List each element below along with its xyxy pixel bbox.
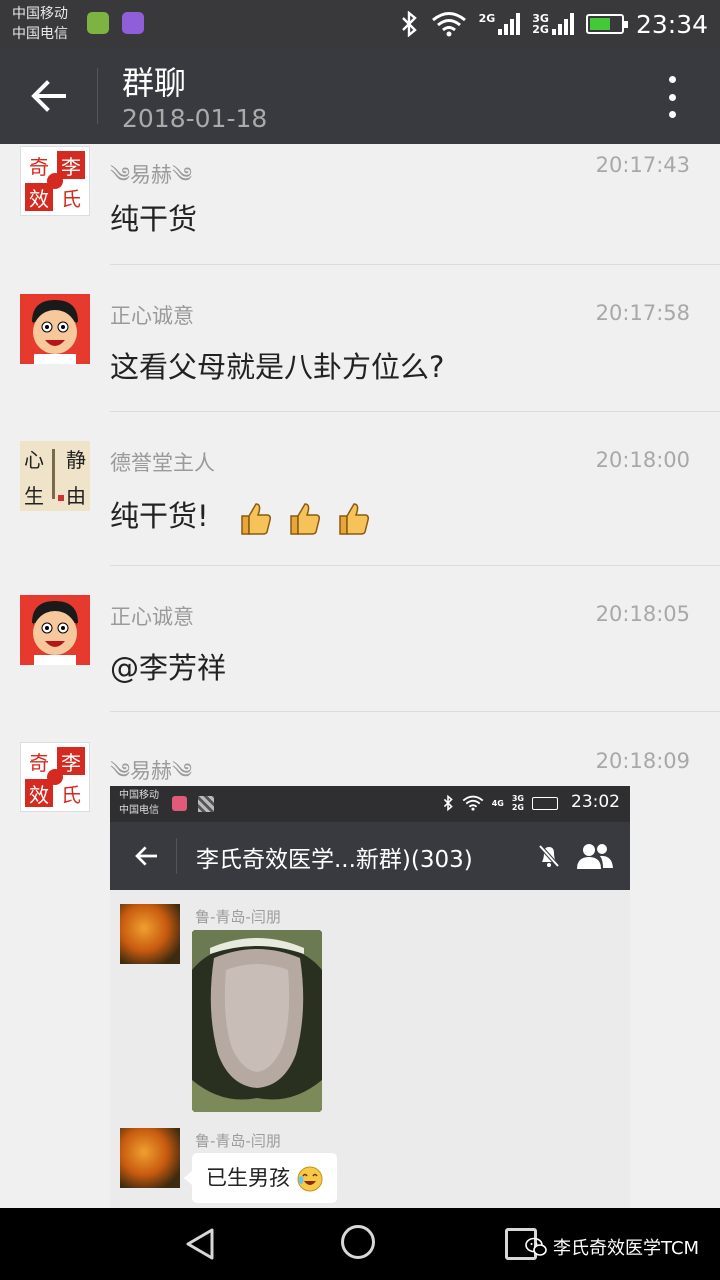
system-nav-bar: 李氏奇效医学TCM xyxy=(0,1208,720,1280)
sender-name: 正心诚意 xyxy=(110,605,194,629)
message-text: @李芳祥 xyxy=(110,651,227,685)
network-2b-label: 2G xyxy=(532,23,549,36)
watermark-text: 李氏奇效医学TCM xyxy=(553,1238,700,1259)
status-time: 23:34 xyxy=(635,9,708,39)
screenshot-carrier-2: 中国电信 xyxy=(119,805,159,816)
carrier-labels: 中国移动 中国电信 xyxy=(12,4,68,44)
bluetooth-icon xyxy=(443,794,453,812)
screenshot-status-icons: 4G 3G 2G xyxy=(442,794,558,812)
title-bar: 群聊 2018-01-18 xyxy=(0,48,720,144)
app-notification-icon xyxy=(87,12,109,34)
qi-seal-avatar[interactable]: 奇 李 效 氏 xyxy=(20,146,90,216)
screenshot-carrier-1: 中国移动 xyxy=(119,790,159,801)
carrier-1: 中国移动 xyxy=(12,6,68,22)
status-icons: 2G 3G 2G 23:34 xyxy=(399,0,708,48)
chat-date: 2018-01-18 xyxy=(122,104,268,133)
title-divider xyxy=(97,68,98,124)
group-members-icon xyxy=(577,844,613,869)
battery-charging-icon xyxy=(585,14,628,34)
message-time: 20:18:00 xyxy=(595,448,690,472)
screenshot-message-bubble: 已生男孩 xyxy=(184,1153,337,1203)
screenshot-sender-name: 鲁-青岛-闫朋 xyxy=(195,1132,281,1150)
wifi-icon xyxy=(462,795,484,811)
screenshot-title-bar: 李氏奇效医学...新群)(303) xyxy=(110,822,630,890)
cartoon-boy-avatar[interactable] xyxy=(20,294,90,364)
svg-text:效: 效 xyxy=(29,187,49,211)
message-divider xyxy=(110,411,720,412)
cartoon-boy-avatar[interactable] xyxy=(20,595,90,665)
watermark: 李氏奇效医学TCM xyxy=(525,1234,699,1260)
thumbs-up-icon xyxy=(339,503,370,535)
screenshot-qr-icon xyxy=(198,796,214,812)
thumbs-up-icon xyxy=(290,503,321,535)
screenshot-network-1: 4G xyxy=(491,798,504,808)
message-divider xyxy=(110,565,720,566)
message-text: 纯干货 xyxy=(110,202,198,236)
screenshot-time: 23:02 xyxy=(571,792,620,812)
svg-text:奇: 奇 xyxy=(29,751,49,775)
network-1-label: 2G xyxy=(478,12,496,25)
wechat-icon xyxy=(525,1237,547,1256)
battery-icon xyxy=(532,796,558,810)
screenshot-status-bar: 中国移动 中国电信 4G 3G 2G 23:02 xyxy=(110,786,630,822)
nav-back-icon[interactable] xyxy=(182,1226,218,1262)
bluetooth-icon xyxy=(401,11,417,37)
svg-text:氏: 氏 xyxy=(61,187,81,211)
more-options-icon[interactable] xyxy=(662,76,682,118)
screenshot-carriers: 中国移动 中国电信 xyxy=(119,788,159,818)
message-divider xyxy=(110,711,720,712)
message-time: 20:18:09 xyxy=(595,749,690,773)
svg-text:心: 心 xyxy=(24,448,44,472)
screenshot-title-divider xyxy=(176,838,177,874)
signal-2-icon: 3G 2G xyxy=(532,13,574,35)
screenshot-network-2: 3G 2G xyxy=(511,794,524,812)
svg-text:由: 由 xyxy=(66,484,86,508)
sender-name: 正心诚意 xyxy=(110,304,194,328)
message-text: 纯干货! xyxy=(110,499,209,533)
carrier-2: 中国电信 xyxy=(12,26,68,42)
screenshot-sender-name: 鲁-青岛-闫朋 xyxy=(195,908,281,926)
chat-title: 群聊 xyxy=(122,64,187,102)
message-text-row: 纯干货! xyxy=(110,493,370,536)
screenshot-app-icon xyxy=(172,796,187,811)
laughing-face-icon xyxy=(297,1166,323,1192)
gallery-notification-icon xyxy=(122,12,144,34)
message-time: 20:18:05 xyxy=(595,602,690,626)
svg-text:氏: 氏 xyxy=(61,783,81,807)
svg-text:李: 李 xyxy=(61,155,81,179)
back-arrow-icon[interactable] xyxy=(30,78,68,114)
qi-seal-avatar[interactable]: 奇 李 效 氏 xyxy=(20,742,90,812)
message-time: 20:17:43 xyxy=(595,153,690,177)
wifi-icon xyxy=(431,12,466,37)
nav-home-icon[interactable] xyxy=(341,1225,375,1259)
svg-text:奇: 奇 xyxy=(29,155,49,179)
sender-name: 德誉堂主人 xyxy=(110,451,215,475)
svg-text:效: 效 xyxy=(29,783,49,807)
screenshot-group-title: 李氏奇效医学...新群)(303) xyxy=(196,847,473,873)
calligraphy-avatar[interactable]: 心 静 生 由 xyxy=(20,441,90,511)
message-divider xyxy=(110,264,720,265)
svg-text:生: 生 xyxy=(24,484,44,508)
svg-text:静: 静 xyxy=(66,448,86,472)
screenshot-sender-avatar xyxy=(120,1128,180,1188)
svg-text:李: 李 xyxy=(61,751,81,775)
message-list[interactable]: 奇 李 效 氏 ༄易赫༄ 20:17:43 纯干货 正心诚意 20:17:58 … xyxy=(0,144,720,1208)
thumbs-up-icon xyxy=(241,503,271,535)
screenshot-sender-avatar xyxy=(120,904,180,964)
message-text: 这看父母就是八卦方位么? xyxy=(110,350,445,384)
message-time: 20:17:58 xyxy=(595,301,690,325)
screenshot-image[interactable]: 中国移动 中国电信 4G 3G 2G 23:02 李氏奇效医学...新群)(303… xyxy=(110,786,630,1208)
status-bar: 中国移动 中国电信 2G 3G 2G 23:34 xyxy=(0,0,720,48)
signal-1-icon: 2G xyxy=(479,13,521,35)
mute-bell-icon xyxy=(538,844,560,868)
battery-level-fill xyxy=(589,18,610,30)
screenshot-message-text: 已生男孩 xyxy=(206,1166,290,1190)
back-arrow-icon xyxy=(135,846,157,866)
tongue-photo xyxy=(192,930,322,1112)
